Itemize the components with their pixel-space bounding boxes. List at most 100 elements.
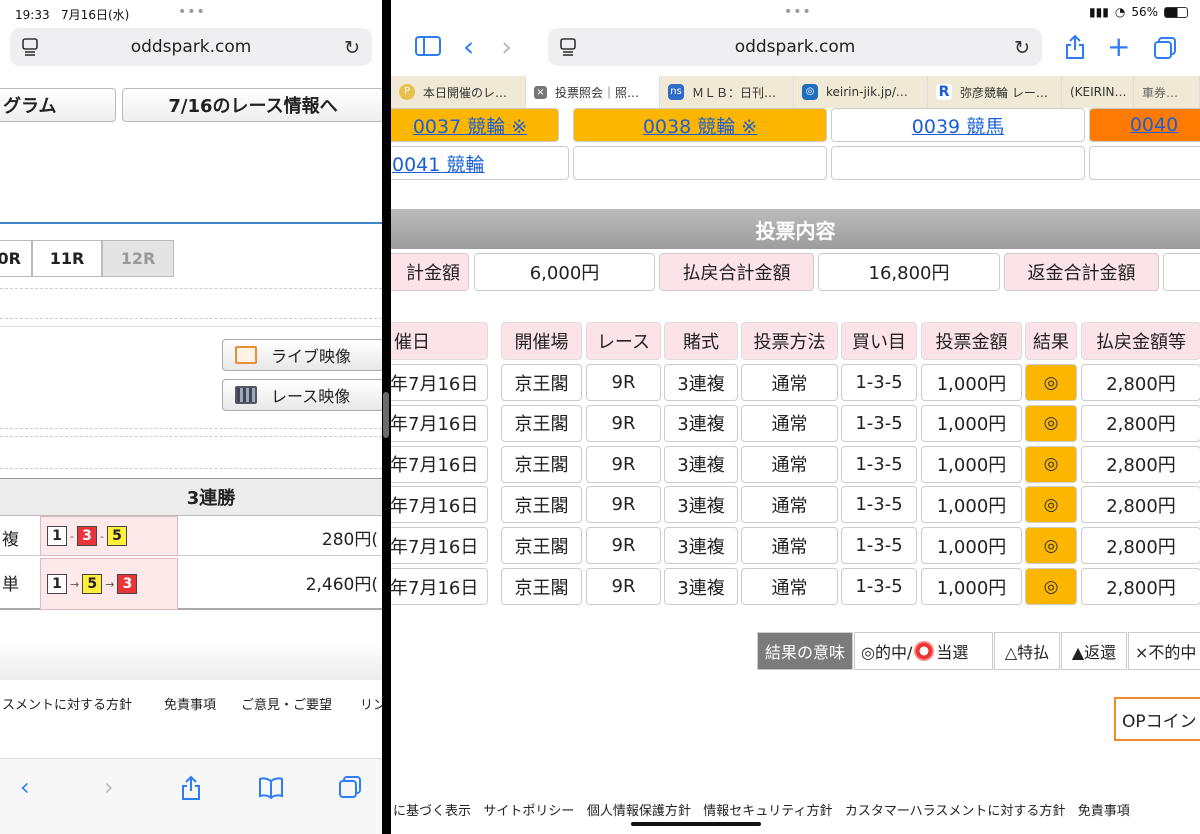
payout-total-value: 16,800円 (818, 253, 1000, 291)
column-header: 投票金額 (921, 322, 1022, 360)
tab-keirin-jik[interactable]: ◎ keirin-jik.jp/… (794, 76, 928, 108)
forward-icon: › (501, 30, 513, 63)
back-icon[interactable]: ‹ (20, 773, 30, 801)
op-coin-button[interactable]: OPコイン (1114, 697, 1200, 741)
table-cell: 9R (586, 445, 661, 483)
venue-link-0038[interactable]: 0038 競輪 ※ (573, 108, 827, 142)
close-tab-icon[interactable]: × (534, 85, 547, 99)
result-hit-cell: ◎ (1025, 486, 1077, 524)
live-video-button[interactable]: ライブ映像 (222, 339, 382, 371)
column-header: レース (586, 322, 661, 360)
new-tab-icon[interactable]: + (1107, 30, 1130, 63)
tab-keirin[interactable]: (KEIRIN… (1062, 76, 1134, 108)
result-hit-cell: ◎ (1025, 445, 1077, 483)
back-icon[interactable]: ‹ (463, 30, 474, 63)
footer-link[interactable]: に基づく表示 (393, 804, 471, 819)
divider-line (0, 222, 382, 224)
battery-percent: 56% (1131, 5, 1158, 19)
film-icon (235, 386, 257, 404)
table-cell: 1-3-5 (841, 486, 917, 524)
reload-icon[interactable]: ↻ (344, 37, 360, 59)
table-cell: 1,000円 (921, 568, 1022, 605)
venue-link-0037[interactable]: 0037 競輪 ※ (391, 108, 559, 142)
table-cell: 京王閣 (501, 486, 582, 524)
total-amount-value: 6,000円 (474, 253, 655, 291)
tab-label: keirin-jik.jp/… (826, 85, 908, 99)
bookmarks-icon[interactable] (258, 777, 284, 799)
multitask-dots-icon[interactable]: ••• (784, 4, 812, 20)
sanren-header: 3連勝 (0, 478, 382, 516)
separator: - (99, 529, 104, 543)
table-cell: 京王閣 (501, 527, 582, 565)
table-cell: 9R (586, 364, 661, 401)
tabs-overview-icon[interactable] (1153, 36, 1177, 60)
footer-link[interactable]: カスタマーハラスメントに対する方針 (845, 804, 1065, 819)
table-cell: 1,000円 (921, 527, 1022, 565)
divider (0, 428, 382, 429)
payout-amount: 280円( (321, 530, 378, 550)
table-cell: 年7月16日 (391, 364, 488, 401)
divider (0, 436, 382, 437)
table-cell: 2,800円 (1081, 404, 1200, 442)
column-header: 結果 (1025, 322, 1077, 360)
tab-mlb[interactable]: ns ＭＬＢ：日刊… (660, 76, 794, 108)
column-header: 払戻金額等 (1081, 322, 1200, 360)
table-cell: 通常 (741, 404, 838, 442)
tab-label: 弥彦競輪 レー… (960, 85, 1048, 100)
race-video-button[interactable]: レース映像 (222, 379, 382, 411)
table-cell: 1-3-5 (841, 364, 917, 401)
legend-win-label: 当選 (936, 643, 969, 662)
table-cell: 1-3-5 (841, 568, 917, 605)
sidebar-icon[interactable] (415, 36, 441, 56)
tabs-icon[interactable] (338, 775, 362, 799)
table-cell: 京王閣 (501, 445, 582, 483)
venue-link-0041[interactable]: 0041 競輪 (391, 146, 569, 180)
footer-link[interactable]: ご意見・ご要望 (241, 694, 332, 713)
result-label: 複 (2, 530, 19, 550)
separator: → (105, 577, 115, 591)
tab-yahiko[interactable]: R 弥彦競輪 レー… (928, 76, 1062, 108)
tab-shaken[interactable]: 車券… (1134, 76, 1200, 108)
table-cell: 2,800円 (1081, 527, 1200, 565)
divider (0, 326, 382, 327)
table-cell: 9R (586, 486, 661, 524)
race-tab-10r[interactable]: 0R (0, 240, 32, 277)
footer-link[interactable]: 個人情報保護方針 (587, 804, 691, 819)
venue-link-0040[interactable]: 0040 (1089, 108, 1200, 142)
vote-content-header: 投票内容 (391, 209, 1200, 249)
share-icon[interactable] (180, 775, 202, 801)
tab-oddspark-today[interactable]: P 本日開催のレ… (391, 76, 526, 108)
share-icon[interactable] (1064, 34, 1086, 60)
program-button[interactable]: グラム (0, 88, 116, 122)
table-cell: 2,800円 (1081, 364, 1200, 401)
footer-link[interactable]: 免責事項 (1078, 804, 1130, 819)
footer-link[interactable]: 免責事項 (164, 694, 216, 713)
footer-link[interactable]: 情報セキュリティ方針 (703, 804, 832, 819)
race-tab-11r[interactable]: 11R (32, 240, 102, 277)
forward-icon: › (104, 773, 114, 801)
venue-empty (1089, 146, 1200, 180)
url-bar[interactable]: oddspark.com ↻ (548, 28, 1042, 66)
table-cell: 3連複 (664, 445, 738, 483)
multitask-dots-icon[interactable]: ••• (178, 4, 206, 20)
legend-special: △特払 (994, 632, 1060, 670)
refund-total-value (1163, 253, 1200, 291)
venue-link-0039[interactable]: 0039 競馬 (831, 108, 1085, 142)
table-cell: 1,000円 (921, 404, 1022, 442)
reader-icon[interactable] (560, 38, 576, 56)
bike-number: 1 (47, 526, 67, 546)
separator: → (70, 577, 80, 591)
table-cell: 京王閣 (501, 364, 582, 401)
footer-link[interactable]: サイトポリシー (483, 804, 574, 819)
race-tab-12r: 12R (102, 240, 174, 277)
tab-vote-inquiry[interactable]: × 投票照会｜照… (526, 76, 660, 108)
split-view-handle[interactable] (383, 392, 389, 438)
reader-icon[interactable] (22, 38, 38, 56)
race-info-button[interactable]: 7/16のレース情報へ (122, 88, 382, 122)
footer-link[interactable]: リン (360, 694, 382, 713)
reload-icon[interactable]: ↻ (1014, 37, 1030, 59)
r-favicon: R (936, 84, 952, 100)
table-cell: 1-3-5 (841, 404, 917, 442)
footer-link[interactable]: スメントに対する方針 (2, 694, 132, 713)
url-bar[interactable]: oddspark.com ↻ (10, 28, 372, 66)
